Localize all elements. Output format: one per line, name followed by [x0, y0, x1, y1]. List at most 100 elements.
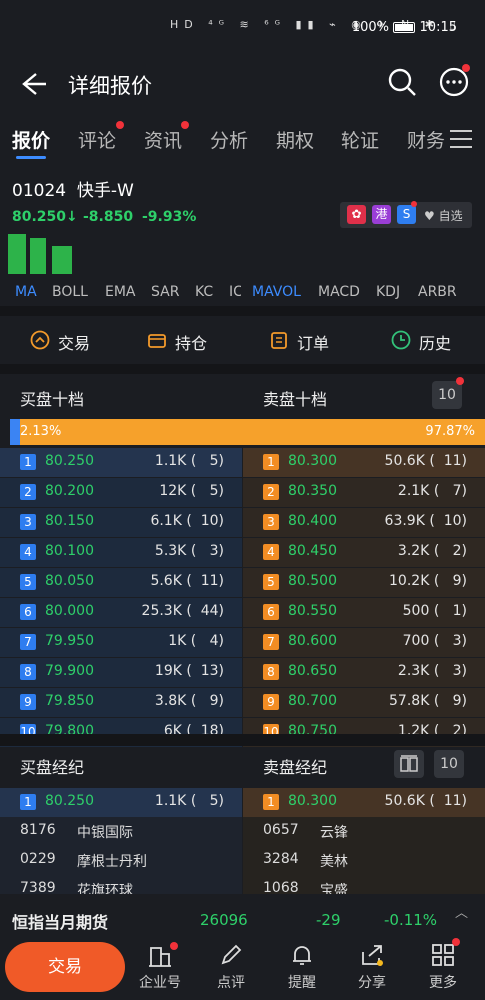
nav-share[interactable]: 分享 [342, 940, 402, 995]
ask-volume: 10.2K ( 9) [389, 573, 467, 589]
broker-name[interactable]: 摩根士丹利 [77, 851, 147, 871]
broker-name[interactable]: 美林 [320, 851, 348, 871]
tab-financials[interactable]: 财务 [407, 126, 445, 153]
ask-price: 80.650 [288, 663, 337, 679]
indicator-boll[interactable]: BOLL [52, 284, 88, 300]
price: 80.300 [288, 793, 337, 809]
ask-volume: 2.3K ( 3) [397, 663, 467, 679]
level-number: 8 [20, 664, 36, 680]
indicator-mavol[interactable]: MAVOL [252, 284, 301, 300]
volume-bar [8, 234, 26, 274]
orders-action[interactable]: 订单 [271, 330, 329, 354]
history-label: 历史 [419, 334, 452, 353]
bid-price: 79.900 [45, 663, 94, 679]
menu-icon[interactable] [450, 128, 472, 148]
ticker-value: 26096 [200, 911, 248, 929]
sell-ratio-label: 97.87% [425, 424, 475, 439]
index-ticker[interactable]: 恒指当月期货 26096 -29 -0.11% ︿ [0, 894, 485, 938]
broker-name[interactable]: 云锋 [320, 822, 348, 842]
level-number: 7 [263, 634, 279, 650]
connect-icon: 港 [372, 205, 391, 224]
bid-price: 80.150 [45, 513, 94, 529]
ask-price: 80.550 [288, 603, 337, 619]
share-icon [362, 945, 383, 966]
indicator-kc[interactable]: KC [195, 284, 213, 300]
last-price: 80.250↓ [12, 209, 78, 225]
back-arrow-icon[interactable] [16, 68, 48, 100]
bid-price: 80.100 [45, 543, 94, 559]
positions-action[interactable]: 持仓 [148, 330, 207, 354]
buy-level-row: 5 80.050 5.6K ( 11) [0, 568, 242, 597]
price-change-pct: -9.93% [142, 209, 197, 225]
trade-action[interactable]: 交易 [30, 330, 91, 354]
heart-icon: ♥ [424, 209, 435, 223]
ask-price: 80.400 [288, 513, 337, 529]
ask-volume: 2.1K ( 7) [397, 483, 467, 499]
bid-volume: 3.8K ( 9) [154, 693, 224, 709]
buy-level-row: 1 80.250 1.1K ( 5) [0, 448, 242, 477]
level-number: 2 [263, 484, 279, 500]
sell-broker-title: 卖盘经纪 [263, 758, 328, 777]
tab-analysis[interactable]: 分析 [210, 126, 248, 153]
search-icon[interactable] [387, 67, 417, 97]
tab-warrants[interactable]: 轮证 [341, 126, 379, 153]
broker-name[interactable]: 中银国际 [77, 822, 133, 842]
indicator-arbr[interactable]: ARBR [418, 284, 457, 300]
level-number: 1 [263, 454, 279, 470]
trade-label: 交易 [58, 334, 91, 353]
level-number: 3 [20, 514, 36, 530]
buy-book-title: 买盘十档 [20, 390, 85, 409]
nav-company[interactable]: 企业号 [130, 940, 190, 995]
buy-sell-ratio-bar: 2.13% 97.87% [10, 419, 485, 445]
divider [0, 306, 485, 316]
bid-volume: 1.1K ( 5) [154, 453, 224, 469]
indicator-macd[interactable]: MACD [318, 284, 360, 300]
bid-volume: 5.3K ( 3) [154, 543, 224, 559]
ask-price: 80.600 [288, 633, 337, 649]
indicator-ic[interactable]: IC [229, 284, 241, 300]
indicator-ema[interactable]: EMA [105, 284, 136, 300]
levels-dot [456, 377, 464, 385]
history-action[interactable]: 历史 [391, 330, 452, 354]
ask-volume: 57.8K ( 9) [389, 693, 467, 709]
level-number: 6 [20, 604, 36, 620]
chevron-up-icon[interactable]: ︿ [455, 902, 468, 921]
pen-icon [221, 944, 242, 965]
buy-level-row: 7 79.950 1K ( 4) [0, 628, 242, 657]
depth-levels-button[interactable]: 10 [432, 381, 462, 409]
ask-volume: 700 ( 3) [402, 633, 467, 649]
bid-volume: 25.3K ( 44) [141, 603, 224, 619]
trade-button[interactable]: 交易 [5, 942, 125, 992]
divider [0, 734, 485, 746]
ask-volume: 50.6K ( 11) [384, 453, 467, 469]
tab-options[interactable]: 期权 [276, 126, 314, 153]
bid-price: 79.850 [45, 693, 94, 709]
divider [0, 364, 485, 374]
level-number: 5 [263, 574, 279, 590]
tab-news[interactable]: 资讯 [144, 126, 182, 153]
bid-price: 80.050 [45, 573, 94, 589]
buy-level-row: 6 80.000 25.3K ( 44) [0, 598, 242, 627]
tab-quote[interactable]: 报价 [12, 126, 50, 153]
clock: 10:15 [419, 20, 457, 35]
nav-more[interactable]: 更多 [413, 940, 473, 995]
buy-broker-title: 买盘经纪 [20, 758, 85, 777]
indicator-kdj[interactable]: KDJ [376, 284, 400, 300]
split-view-icon[interactable] [394, 750, 424, 778]
volume: 50.6K ( 11) [384, 793, 467, 809]
active-tab-underline [16, 156, 46, 159]
bid-price: 80.200 [45, 483, 94, 499]
indicator-ma[interactable]: MA [15, 284, 37, 300]
indicator-sar[interactable]: SAR [151, 284, 179, 300]
watchlist-button[interactable]: ♥ 自选 [424, 207, 463, 224]
nav-alert[interactable]: 提醒 [272, 940, 332, 995]
sell-book-title: 卖盘十档 [263, 390, 328, 409]
battery-icon [393, 22, 415, 33]
tab-comments[interactable]: 评论 [78, 126, 116, 153]
broker-levels-button[interactable]: 10 [434, 750, 464, 778]
nav-review[interactable]: 点评 [201, 940, 261, 995]
level-number: 1 [263, 794, 279, 810]
stock-name: 快手-W [76, 181, 134, 201]
nav-label: 分享 [358, 975, 386, 991]
buy-ratio-fill [10, 419, 20, 445]
